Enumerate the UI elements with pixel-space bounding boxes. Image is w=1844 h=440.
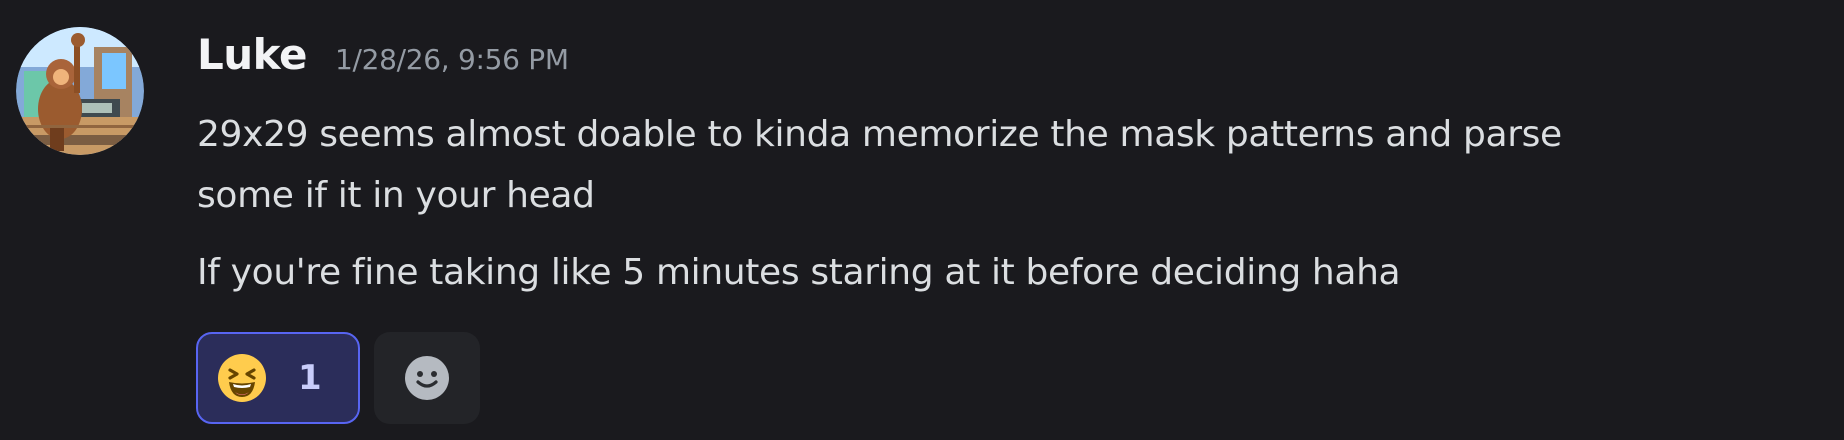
avatar[interactable] (16, 27, 144, 155)
laughing-emoji-icon (218, 354, 266, 402)
message-timestamp[interactable]: 1/28/26, 9:56 PM (335, 43, 569, 76)
reaction-bar: 1 (196, 332, 480, 424)
message-line: If you're fine taking like 5 minutes sta… (197, 252, 1401, 293)
message-line: 29x29 seems almost doable to kinda memor… (197, 114, 1562, 155)
smile-add-reaction-icon (405, 356, 449, 400)
message-content: 29x29 seems almost doable to kinda memor… (197, 104, 1837, 303)
chat-message: Luke 1/28/26, 9:56 PM 29x29 seems almost… (0, 0, 1844, 440)
avatar-image (16, 27, 144, 155)
username[interactable]: Luke (197, 30, 307, 79)
message-line: some if it in your head (197, 175, 595, 216)
add-reaction-button[interactable] (374, 332, 480, 424)
message-header: Luke 1/28/26, 9:56 PM (197, 30, 569, 84)
reaction-button[interactable]: 1 (196, 332, 360, 424)
reaction-count: 1 (298, 358, 322, 398)
